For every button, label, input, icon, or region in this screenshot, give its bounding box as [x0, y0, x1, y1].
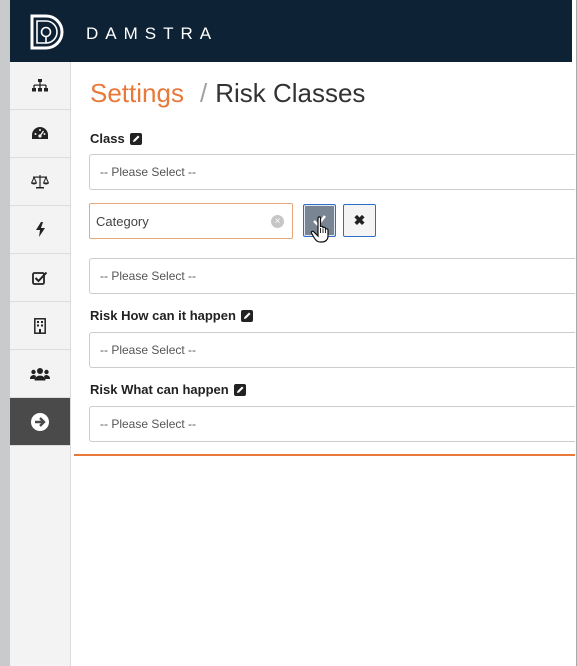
- edit-icon[interactable]: [233, 383, 246, 396]
- edit-icon[interactable]: [129, 132, 142, 145]
- sidebar-item-sites[interactable]: [10, 302, 70, 350]
- risk-what-select[interactable]: -- Please Select --: [89, 406, 575, 442]
- sidebar-item-compliance[interactable]: [10, 158, 70, 206]
- class-select[interactable]: -- Please Select --: [89, 154, 575, 190]
- top-bar: DAMSTRA: [10, 0, 572, 62]
- sidebar-item-incidents[interactable]: [10, 206, 70, 254]
- class-label-text: Class: [90, 131, 125, 146]
- cancel-button[interactable]: ✖: [343, 204, 376, 237]
- dashboard-icon: [32, 127, 48, 139]
- risk-how-label: Risk How can it happen: [90, 308, 253, 323]
- sidebar-item-navigate[interactable]: [10, 398, 70, 446]
- page-title: Risk Classes: [215, 78, 366, 108]
- breadcrumb: Settings / Risk Classes: [90, 78, 365, 109]
- sidebar-item-people[interactable]: [10, 350, 70, 398]
- hand-cursor-icon: [310, 216, 329, 243]
- edit-icon[interactable]: [240, 309, 253, 322]
- brand-name: DAMSTRA: [86, 24, 219, 43]
- class-label: Class: [90, 131, 142, 146]
- risk-what-label-text: Risk What can happen: [90, 382, 229, 397]
- bolt-icon: [35, 222, 45, 237]
- subcategory-select[interactable]: -- Please Select --: [89, 258, 575, 294]
- category-input[interactable]: Category ×: [89, 203, 293, 239]
- breadcrumb-separator: /: [199, 78, 208, 108]
- category-input-value: Category: [96, 213, 149, 229]
- checkbox-icon: [32, 271, 48, 285]
- arrow-right-circle-icon: [31, 412, 49, 431]
- sidebar-item-dashboard[interactable]: [10, 110, 70, 158]
- building-icon: [34, 317, 46, 334]
- sidebar-item-sitemap[interactable]: [10, 62, 70, 110]
- breadcrumb-settings-link[interactable]: Settings: [90, 78, 184, 108]
- risk-what-label: Risk What can happen: [90, 382, 246, 397]
- damstra-logo-icon: [30, 14, 64, 50]
- sidebar: [10, 62, 71, 666]
- clear-icon[interactable]: ×: [271, 215, 284, 228]
- section-divider: [74, 454, 575, 456]
- sitemap-icon: [32, 78, 48, 91]
- risk-how-label-text: Risk How can it happen: [90, 308, 236, 323]
- sidebar-item-tasks[interactable]: [10, 254, 70, 302]
- main-content: Settings / Risk Classes Class -- Please Se…: [74, 62, 575, 666]
- balance-scale-icon: [31, 175, 49, 189]
- risk-how-select[interactable]: -- Please Select --: [89, 332, 575, 368]
- users-icon: [30, 367, 50, 380]
